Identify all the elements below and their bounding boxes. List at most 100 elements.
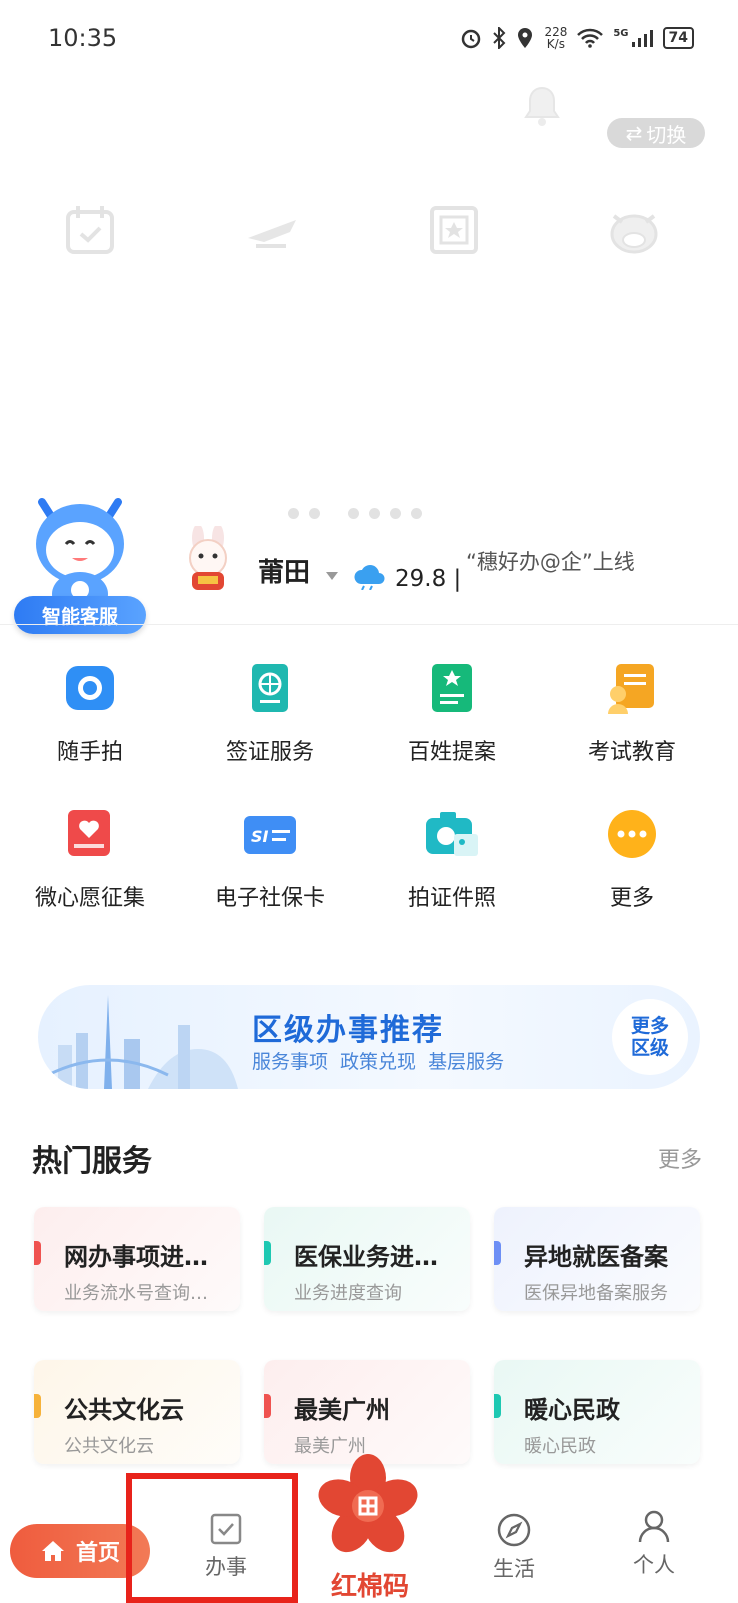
service-card[interactable]: 暖心民政 暖心民政 (494, 1360, 700, 1464)
card-accent (494, 1241, 501, 1265)
card-accent (264, 1241, 271, 1265)
carousel-dot[interactable] (369, 508, 380, 519)
card-title: 异地就医备案 (524, 1243, 668, 1271)
card-accent (34, 1241, 41, 1265)
network-type: 5G (613, 27, 629, 39)
net-speed-unit: K/s (546, 37, 565, 51)
card-title: 医保业务进… (294, 1243, 438, 1271)
grid-label: 拍证件照 (407, 886, 496, 911)
nav-center-label[interactable]: 红棉码 (320, 1566, 420, 1603)
temperature: 29.8 | (395, 566, 462, 592)
divider (0, 624, 738, 625)
city-selector[interactable]: 莆田 (258, 552, 310, 589)
id-photo-icon (424, 806, 480, 862)
home-icon (41, 1541, 64, 1561)
grid-item-id-photo[interactable]: 拍证件照 (362, 806, 542, 912)
banner-subtitle: 服务事项 政策兑现 基层服务 (252, 1051, 505, 1073)
service-card[interactable]: 最美广州 最美广州 (264, 1360, 470, 1464)
grid-label: 考试教育 (587, 740, 676, 765)
nav-life[interactable]: 生活 (484, 1512, 544, 1583)
signal-icon (631, 30, 653, 47)
card-subtitle: 业务进度查询 (294, 1283, 402, 1304)
card-subtitle: 公共文化云 (64, 1436, 154, 1457)
kapok-flower-logo[interactable] (316, 1452, 420, 1556)
card-subtitle: 业务流水号查询… (64, 1283, 208, 1304)
temperature-value: 29.8 (395, 566, 447, 592)
status-time: 10:35 (48, 24, 118, 52)
card-subtitle: 暖心民政 (524, 1436, 596, 1457)
grid-label: 百姓提案 (407, 740, 496, 765)
chevron-down-icon[interactable] (326, 572, 338, 580)
card-title: 公共文化云 (64, 1396, 184, 1424)
card-title: 暖心民政 (524, 1396, 620, 1424)
service-card[interactable]: 医保业务进… 业务进度查询 (264, 1207, 470, 1311)
switch-icon: ⇄ (625, 121, 643, 145)
nav-life-label: 生活 (493, 1557, 535, 1581)
passport-icon (242, 660, 298, 716)
banner-more-button[interactable]: 更多 区级 (612, 999, 688, 1075)
hot-services-title: 热门服务 (32, 1144, 152, 1179)
card-accent (494, 1394, 501, 1418)
person-icon (638, 1510, 670, 1543)
nav-me[interactable]: 个人 (624, 1508, 684, 1579)
grid-item-more[interactable]: 更多 (542, 806, 722, 912)
carousel-dots (288, 508, 422, 519)
service-card[interactable]: 公共文化云 公共文化云 (34, 1360, 240, 1464)
grid-label: 微心愿征集 (34, 886, 145, 911)
more-icon (604, 806, 660, 862)
bell-icon[interactable] (522, 84, 562, 130)
net-speed: 228 K/s (544, 26, 567, 50)
grid-label: 电子社保卡 (214, 886, 325, 911)
card-accent (264, 1394, 271, 1418)
grid-label: 随手拍 (56, 740, 123, 765)
highlight-box (126, 1473, 298, 1603)
ox-mascot-icon[interactable] (606, 202, 662, 258)
grid-item-exam[interactable]: 考试教育 (542, 660, 722, 766)
card-title: 网办事项进… (64, 1243, 208, 1271)
switch-label: 切换 (646, 122, 687, 147)
grid-label: 签证服务 (225, 740, 314, 765)
grid-label: 更多 (609, 886, 654, 911)
district-banner[interactable]: 区级办事推荐 服务事项 政策兑现 基层服务 更多 区级 (38, 985, 700, 1089)
card-title: 最美广州 (294, 1396, 390, 1424)
banner-title: 区级办事推荐 (252, 1013, 444, 1048)
assistant-label[interactable]: 智能客服 (14, 596, 146, 634)
grid-item-proposal[interactable]: 百姓提案 (362, 660, 542, 766)
carousel-dot[interactable] (411, 508, 422, 519)
bluetooth-icon (493, 27, 506, 49)
location-icon (518, 28, 533, 48)
banner-more-line2: 区级 (630, 1037, 669, 1059)
battery-indicator: 74 (662, 27, 694, 49)
grid-item-wish[interactable]: 微心愿征集 (0, 806, 180, 912)
service-card[interactable]: 异地就医备案 医保异地备案服务 (494, 1207, 700, 1311)
nav-home-label: 首页 (75, 1541, 120, 1566)
hot-services-more[interactable]: 更多 (658, 1142, 702, 1174)
banner-more-line1: 更多 (630, 1015, 669, 1037)
status-icons: 228 K/s 5G 74 (460, 26, 694, 50)
card-accent (34, 1394, 41, 1418)
grid-item-social-card[interactable]: SI 电子社保卡 (180, 806, 360, 912)
certificate-icon[interactable] (426, 202, 482, 258)
carousel-dot[interactable] (348, 508, 359, 519)
cloud-rain-icon (354, 565, 385, 590)
grid-item-snapshot[interactable]: 随手拍 (0, 660, 180, 766)
wifi-icon (577, 28, 604, 48)
airplane-icon[interactable] (244, 202, 300, 258)
notice-ticker[interactable]: “穗好办@企”上线 (466, 546, 635, 576)
camera-icon (62, 660, 118, 716)
nav-me-label: 个人 (633, 1553, 675, 1577)
carousel-dot[interactable] (288, 508, 299, 519)
social-card-icon: SI (242, 806, 298, 862)
carousel-dot[interactable] (309, 508, 320, 519)
compass-icon (497, 1513, 531, 1547)
alarm-icon (462, 29, 481, 49)
carousel-dot[interactable] (390, 508, 401, 519)
heart-card-icon (62, 806, 118, 862)
calendar-icon[interactable] (62, 202, 118, 258)
card-subtitle: 医保异地备案服务 (524, 1283, 668, 1304)
switch-button[interactable]: ⇄ 切换 (607, 118, 705, 148)
service-card[interactable]: 网办事项进… 业务流水号查询… (34, 1207, 240, 1311)
exam-icon (604, 660, 660, 716)
rabbit-mascot (189, 526, 227, 590)
grid-item-visa[interactable]: 签证服务 (180, 660, 360, 766)
